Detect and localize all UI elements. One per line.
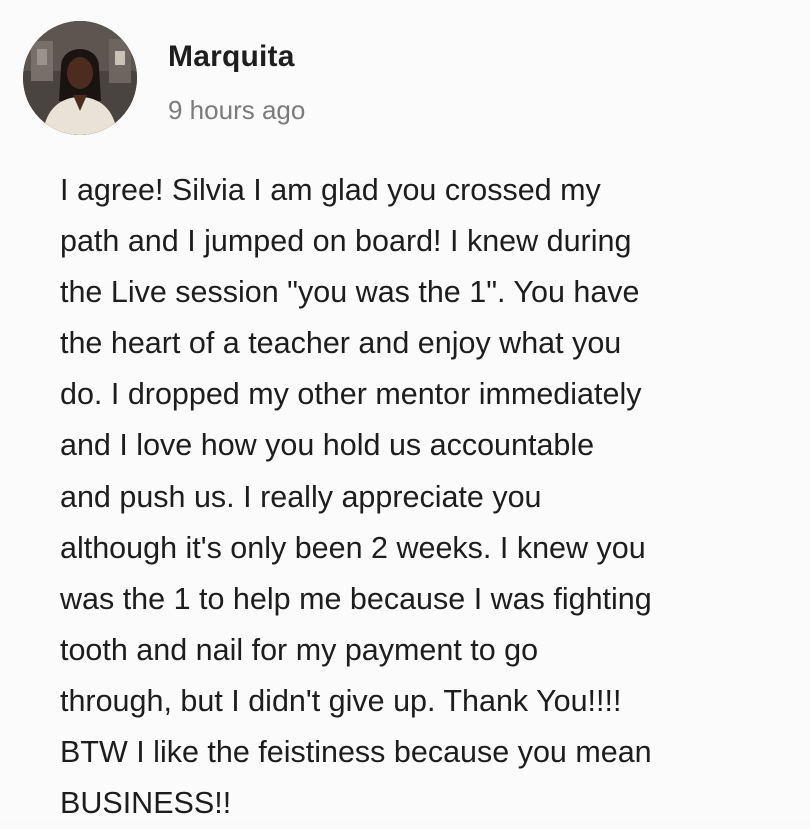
comment-timestamp[interactable]: 9 hours ago [168,95,305,126]
comment-line: I agree! Silvia I am glad you crossed my [60,173,601,207]
comment-line: BTW I like the feistiness because you me… [60,735,652,770]
comment-line: and push us. I really appreciate you [60,479,542,514]
comment-line: do. I dropped my other mentor immediatel… [60,377,642,412]
comment-line: was the 1 to help me because I was fight… [60,581,652,616]
comment-line: although it's only been 2 weeks. I knew … [60,530,646,565]
comment-line: and I love how you hold us accountable [60,428,595,463]
comment-line: the heart of a teacher and enjoy what yo… [60,326,622,361]
author-name[interactable]: Marquita [168,40,295,74]
comment-line: the Live session "you was the 1". You ha… [60,275,640,310]
comment-line: through, but I didn't give up. Thank You… [60,683,622,718]
comment-line: BUSINESS!! [60,786,232,821]
comment-card: Marquita 9 hours ago I agree! Silvia I a… [0,0,810,820]
comment-body: I agree! Silvia I am glad you crossed my… [60,165,780,829]
comment-line: path and I jumped on board! I knew durin… [60,224,632,259]
comment-line: tooth and nail for my payment to go [60,632,539,667]
avatar[interactable] [23,21,137,135]
user-photo-icon [23,21,137,135]
